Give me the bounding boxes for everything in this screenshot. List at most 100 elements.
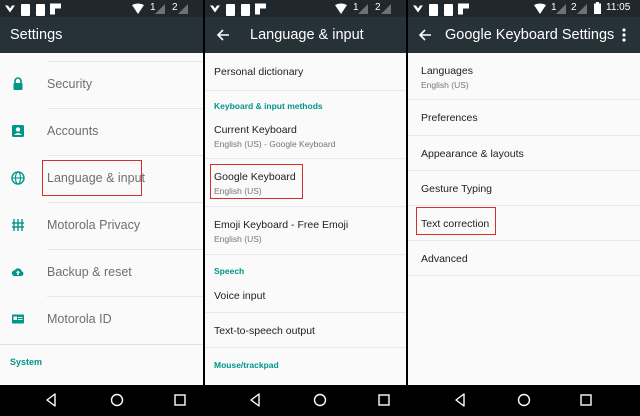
status-bar: 1 2 [0,0,203,17]
item-title: Personal dictionary [214,66,304,78]
item-title: Text-to-speech output [214,325,315,337]
notification-icon [226,4,235,16]
nav-bar [205,385,406,416]
wifi-icon [534,3,546,14]
globe-icon [11,171,25,185]
settings-item-backup-reset[interactable]: Backup & reset [0,250,203,297]
page-title: Settings [10,27,63,43]
privacy-icon [12,219,24,231]
nav-bar [408,385,640,416]
home-nav-icon[interactable] [313,393,327,407]
settings-item-label: Backup & reset [47,265,132,279]
appearance-layouts-item[interactable]: Appearance & layouts [408,136,640,170]
notification-icon [5,5,15,13]
sim2-label: 2 [571,2,577,13]
sim2-label: 2 [375,2,381,13]
cloud-upload-icon [11,268,24,276]
notification-icon [50,3,61,15]
nav-bar [0,385,203,416]
back-nav-icon[interactable] [453,393,467,407]
notification-icon [36,4,45,16]
settings-item-label: Motorola Privacy [47,218,141,232]
highlight-box [42,160,142,196]
more-options-icon[interactable] [616,26,632,44]
category-keyboard-input: Keyboard & input methods [214,101,323,111]
wifi-icon [335,3,347,14]
voice-input-item[interactable]: Voice input [205,281,406,311]
item-title: Voice input [214,290,266,302]
page-title: Language & input [250,27,364,43]
section-header-system: System [10,357,43,367]
settings-item-label: Security [47,77,93,91]
signal-icon [381,4,391,14]
settings-item-label: Motorola ID [47,312,112,326]
status-bar: 1 2 [205,0,406,17]
language-input-screen: 1 2 Language & input Personal dictionary… [205,0,406,416]
back-arrow-icon[interactable] [214,26,232,44]
text-to-speech-item[interactable]: Text-to-speech output [205,313,406,347]
item-title: Languages [421,65,473,77]
item-title: Gesture Typing [421,183,493,195]
notification-icon [413,5,423,13]
notification-icon [458,3,469,15]
notification-icon [21,4,30,16]
highlight-box [210,164,303,199]
home-nav-icon[interactable] [110,393,124,407]
notification-icon [255,3,266,15]
signal-icon [178,4,188,14]
wifi-icon [132,3,144,14]
item-subtitle: English (US) [214,234,262,244]
status-bar: 1 2 11:05 [408,0,640,17]
recents-nav-icon[interactable] [173,393,187,407]
advanced-item[interactable]: Advanced [408,241,640,275]
sim2-label: 2 [172,2,178,13]
settings-screen: 1 2 Settings Security Accounts Language … [0,0,203,416]
lock-icon [13,77,23,90]
notification-icon [210,5,220,13]
settings-item-motorola-privacy[interactable]: Motorola Privacy [0,203,203,250]
item-subtitle: English (US) - Google Keyboard [214,139,336,149]
category-speech: Speech [214,266,245,276]
back-nav-icon[interactable] [248,393,262,407]
settings-item-accounts[interactable]: Accounts [0,109,203,156]
battery-icon [594,2,601,14]
home-nav-icon[interactable] [517,393,531,407]
current-keyboard-item[interactable]: Current Keyboard English (US) - Google K… [205,117,406,157]
personal-dictionary-item[interactable]: Personal dictionary [205,53,406,90]
item-title: Advanced [421,253,468,265]
gesture-typing-item[interactable]: Gesture Typing [408,171,640,205]
id-card-icon [12,314,24,324]
settings-item-label: Accounts [47,124,99,138]
signal-icon [358,4,368,14]
category-mouse-trackpad: Mouse/trackpad [214,360,279,370]
app-bar: Google Keyboard Settings [408,17,640,53]
item-subtitle: English (US) [421,80,469,90]
emoji-keyboard-item[interactable]: Emoji Keyboard - Free Emoji English (US) [205,207,406,251]
app-bar: Language & input [205,17,406,53]
item-title: Current Keyboard [214,124,297,136]
app-bar: Settings [0,17,203,53]
settings-item-security[interactable]: Security [0,62,203,109]
signal-icon [155,4,165,14]
signal-icon [556,4,566,14]
preferences-item[interactable]: Preferences [408,100,640,134]
divider [408,275,640,276]
clock: 11:05 [606,2,631,13]
signal-icon [577,4,587,14]
recents-nav-icon[interactable] [377,393,391,407]
divider [205,254,406,255]
divider [0,344,203,345]
account-box-icon [12,125,24,137]
item-title: Preferences [421,112,478,124]
recents-nav-icon[interactable] [579,393,593,407]
divider [205,90,406,91]
notification-icon [429,4,438,16]
highlight-box [416,207,496,235]
language-input-list: Personal dictionary Keyboard & input met… [205,53,406,385]
settings-item-motorola-id[interactable]: Motorola ID [0,297,203,344]
back-nav-icon[interactable] [44,393,58,407]
notification-icon [241,4,250,16]
back-arrow-icon[interactable] [416,26,434,44]
languages-item[interactable]: Languages English (US) [408,53,640,99]
google-keyboard-settings-screen: 1 2 11:05 Google Keyboard Settings Langu… [408,0,640,416]
